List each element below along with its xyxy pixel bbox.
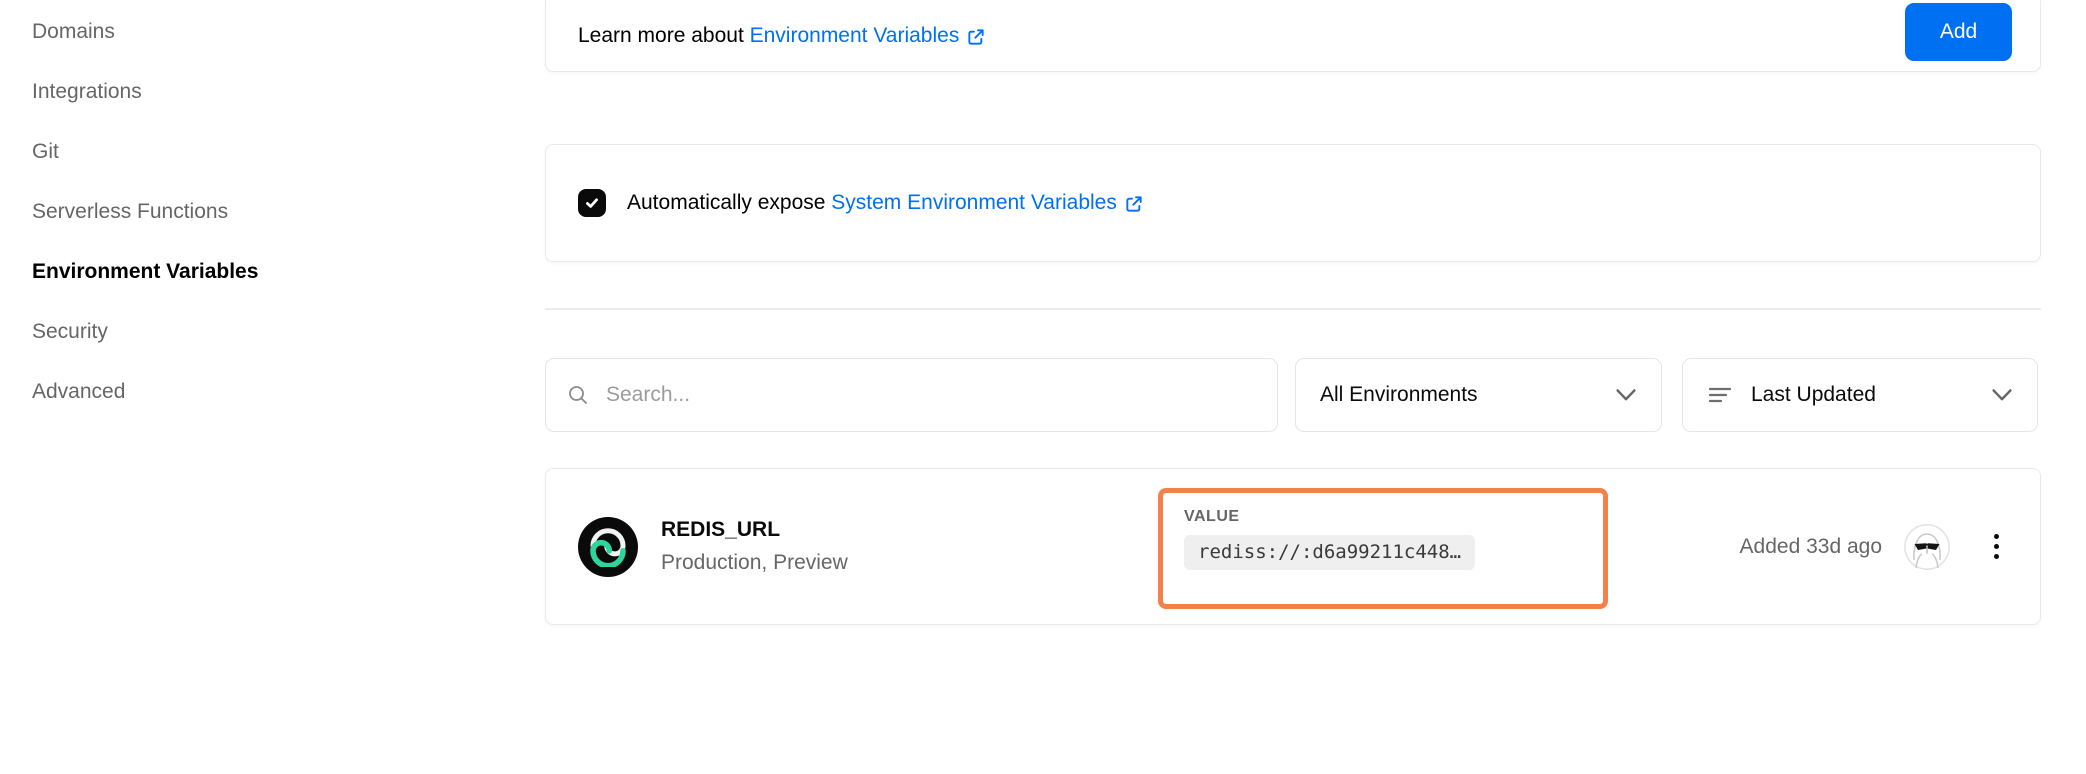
chevron-down-icon	[1991, 388, 2013, 402]
value-label: VALUE	[1184, 508, 1240, 525]
search-input[interactable]	[606, 383, 1257, 407]
integration-logo-icon	[578, 516, 638, 577]
chevron-down-icon	[1615, 388, 1637, 402]
environment-filter-value: All Environments	[1320, 383, 1478, 406]
sidebar-item-serverless-functions[interactable]: Serverless Functions	[32, 182, 228, 242]
row-menu-kebab-icon[interactable]	[1978, 524, 2014, 570]
sort-icon	[1707, 384, 1733, 406]
settings-page: Domains Integrations Git Serverless Func…	[0, 0, 2086, 774]
docs-link-label: Environment Variables	[749, 23, 960, 47]
env-var-environments: Production, Preview	[661, 551, 848, 574]
sidebar-item-domains[interactable]: Domains	[32, 2, 115, 62]
expose-text: Automatically expose System Environment …	[627, 191, 1144, 215]
environment-variables-panel: Learn more about Environment Variables A…	[545, 0, 2086, 774]
learn-more-text: Learn more about Environment Variables	[578, 24, 986, 48]
expose-checkbox[interactable]	[578, 189, 606, 217]
search-field-container	[545, 358, 1278, 432]
sidebar-item-advanced[interactable]: Advanced	[32, 362, 125, 422]
env-var-row-right: Added 33d ago	[1739, 523, 2014, 570]
system-env-variables-link[interactable]: System Environment Variables	[831, 191, 1144, 215]
kebab-dot	[1993, 544, 1999, 549]
filter-toolbar: All Environments Last Updated	[545, 358, 2041, 432]
env-var-value[interactable]: rediss://:d6a99211c448…	[1184, 535, 1476, 570]
sort-order-select[interactable]: Last Updated	[1682, 358, 2038, 432]
env-var-value-highlight: VALUE rediss://:d6a99211c448…	[1158, 488, 1608, 609]
expose-system-env-card: Automatically expose System Environment …	[545, 144, 2041, 262]
user-avatar	[1904, 523, 1950, 570]
env-var-name: REDIS_URL	[661, 518, 781, 541]
checkmark-icon	[584, 195, 600, 211]
settings-sidebar: Domains Integrations Git Serverless Func…	[0, 0, 545, 774]
environment-variables-docs-link[interactable]: Environment Variables	[750, 24, 987, 48]
external-link-icon	[1124, 194, 1144, 214]
search-icon	[566, 383, 590, 407]
added-timestamp: Added 33d ago	[1739, 534, 1882, 558]
add-button[interactable]: Add	[1905, 3, 2012, 61]
sidebar-item-security[interactable]: Security	[32, 302, 108, 362]
sidebar-item-git[interactable]: Git	[32, 122, 59, 182]
sidebar-item-integrations[interactable]: Integrations	[32, 62, 142, 122]
kebab-dot	[1993, 534, 1999, 539]
sidebar-item-environment-variables[interactable]: Environment Variables	[32, 242, 258, 302]
external-link-icon	[966, 27, 986, 47]
kebab-dot	[1993, 554, 1999, 559]
env-var-meta: REDIS_URL Production, Preview	[661, 518, 848, 575]
system-env-link-label: System Environment Variables	[831, 191, 1117, 214]
expose-prefix: Automatically expose	[627, 191, 832, 214]
learn-more-card: Learn more about Environment Variables A…	[545, 0, 2041, 72]
environment-filter-select[interactable]: All Environments	[1295, 358, 1662, 432]
learn-more-prefix: Learn more about	[578, 23, 750, 47]
env-var-row: REDIS_URL Production, Preview VALUE redi…	[545, 468, 2041, 625]
section-divider	[545, 308, 2041, 310]
sort-order-value: Last Updated	[1751, 383, 1876, 406]
